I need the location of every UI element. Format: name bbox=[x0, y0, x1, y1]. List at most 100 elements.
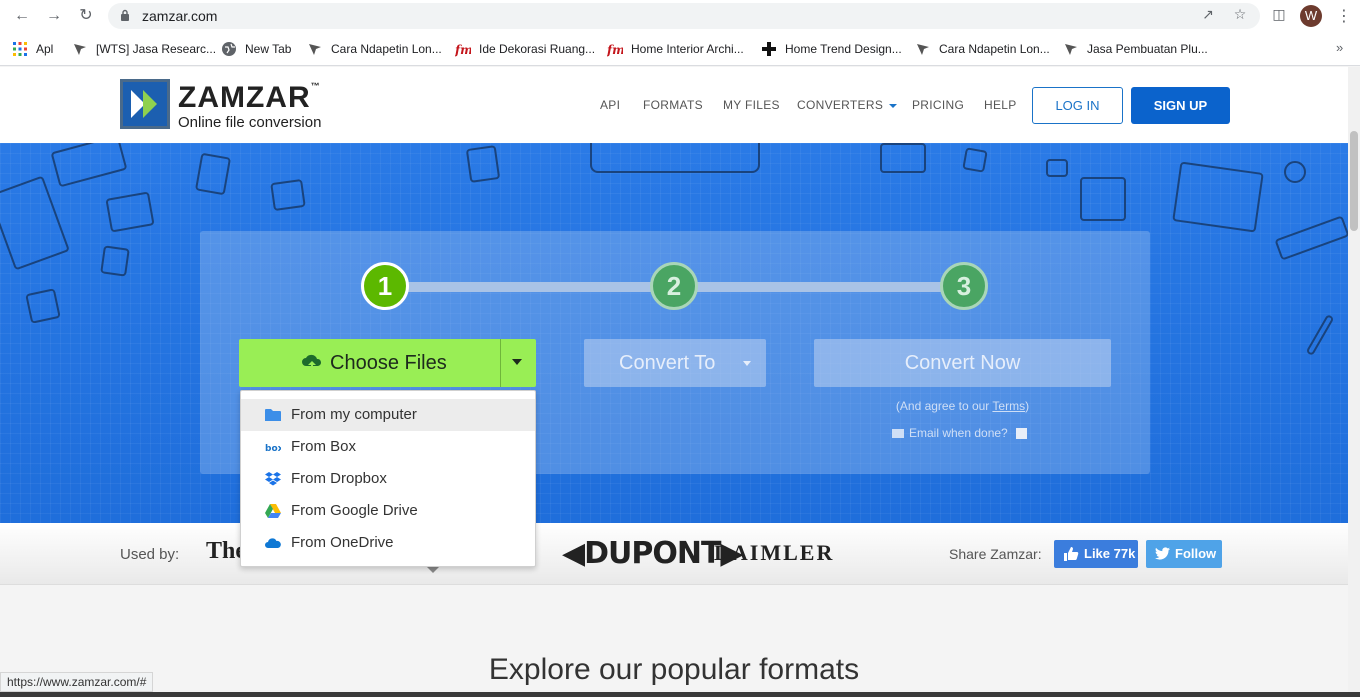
email-when-done: Email when done? bbox=[892, 426, 1027, 440]
svg-text:fm: fm bbox=[607, 43, 623, 57]
bookmark-icon bbox=[309, 44, 321, 55]
reload-icon[interactable]: ↻ bbox=[76, 6, 96, 26]
side-panel-icon[interactable]: ◫ bbox=[1271, 6, 1287, 22]
dropbox-icon bbox=[265, 472, 281, 486]
chevron-down-icon[interactable] bbox=[512, 359, 522, 365]
terms-link[interactable]: Terms bbox=[992, 399, 1025, 413]
bookmark-item[interactable]: Cara Ndapetin Lon... bbox=[307, 40, 442, 58]
bookmark-apps[interactable]: Apl bbox=[12, 40, 53, 58]
convert-now-button[interactable]: Convert Now bbox=[814, 339, 1111, 387]
share-label: Share Zamzar: bbox=[949, 546, 1042, 562]
profile-avatar[interactable]: W bbox=[1300, 5, 1322, 27]
bookmark-icon bbox=[74, 44, 86, 55]
thumbs-up-icon bbox=[1064, 547, 1079, 561]
bookmarks-bar: Apl [WTS] Jasa Researc... New Tab Cara N… bbox=[0, 32, 1360, 66]
choose-files-divider bbox=[500, 339, 501, 387]
nav-formats[interactable]: FORMATS bbox=[643, 98, 703, 112]
step-2-badge: 2 bbox=[650, 262, 698, 310]
used-by-label: Used by: bbox=[120, 546, 180, 563]
step-3-badge: 3 bbox=[940, 262, 988, 310]
page-scrollbar[interactable] bbox=[1348, 67, 1360, 697]
cross-icon bbox=[762, 42, 776, 56]
address-bar[interactable]: zamzar.com bbox=[108, 3, 1260, 29]
step-1-badge: 1 bbox=[361, 262, 409, 310]
bookmark-item[interactable]: Home Trend Design... bbox=[761, 40, 902, 58]
bookmark-item[interactable]: Cara Ndapetin Lon... bbox=[915, 40, 1050, 58]
star-icon[interactable]: ☆ bbox=[1232, 6, 1248, 22]
nav-converters[interactable]: CONVERTERS bbox=[797, 98, 897, 112]
login-button[interactable]: LOG IN bbox=[1032, 87, 1123, 124]
signup-button[interactable]: SIGN UP bbox=[1131, 87, 1230, 124]
used-by-strip: Used by: The ◀DUPONT▶ DAIMLER Share Zamz… bbox=[0, 523, 1348, 585]
cloud-upload-icon bbox=[302, 354, 322, 372]
small-file-doodle-icon bbox=[962, 147, 988, 173]
image-doodle-icon bbox=[270, 178, 306, 212]
lock-icon bbox=[121, 9, 129, 21]
nav-pricing[interactable]: PRICING bbox=[912, 98, 964, 112]
facebook-like-button[interactable]: Like 77k bbox=[1054, 540, 1138, 568]
more-bookmarks-icon[interactable]: » bbox=[1336, 40, 1343, 55]
google-drive-icon bbox=[265, 504, 281, 518]
zamzar-logo-icon[interactable] bbox=[120, 79, 170, 129]
site-header: ZAMZAR™ Online file conversion API FORMA… bbox=[0, 67, 1348, 143]
brand-name[interactable]: ZAMZAR™ bbox=[178, 81, 321, 115]
chevron-down-icon bbox=[888, 103, 897, 108]
from-my-computer-option[interactable]: From my computer bbox=[241, 399, 535, 431]
bookmark-icon bbox=[917, 44, 929, 55]
from-dropbox-option[interactable]: From Dropbox bbox=[241, 463, 535, 495]
bookmark-item[interactable]: New Tab bbox=[221, 40, 291, 58]
nav-my-files[interactable]: MY FILES bbox=[723, 98, 780, 112]
from-google-drive-option[interactable]: From Google Drive bbox=[241, 495, 535, 527]
globe-icon bbox=[222, 42, 236, 56]
audio-file-doodle-icon bbox=[100, 245, 130, 277]
from-box-option[interactable]: box From Box bbox=[241, 431, 535, 463]
bookmark-item[interactable]: Jasa Pembuatan Plu... bbox=[1063, 40, 1208, 58]
choose-files-button[interactable]: Choose Files bbox=[239, 339, 536, 387]
nav-api[interactable]: API bbox=[600, 98, 620, 112]
formats-section: Explore our popular formats bbox=[0, 585, 1348, 697]
twitter-bird-icon bbox=[1155, 547, 1170, 560]
logo-arrows-icon bbox=[123, 82, 167, 126]
browser-menu-icon[interactable]: ⋮ bbox=[1336, 6, 1352, 26]
email-when-done-checkbox[interactable] bbox=[1015, 427, 1027, 439]
hero-converter: 1 2 3 Choose Files Convert To Convert No… bbox=[0, 143, 1348, 523]
bookmark-item[interactable]: [WTS] Jasa Researc... bbox=[72, 40, 216, 58]
magnifier-doodle-icon bbox=[1284, 161, 1306, 183]
customer-logo: DAIMLER bbox=[714, 540, 835, 565]
bookmark-item[interactable]: fm Home Interior Archi... bbox=[607, 40, 744, 58]
convert-to-select[interactable]: Convert To bbox=[584, 339, 766, 387]
dropdown-pointer bbox=[426, 566, 440, 573]
envelope-icon bbox=[892, 428, 904, 438]
folder-doodle-icon bbox=[1046, 159, 1068, 177]
fm-icon: fm bbox=[455, 43, 471, 57]
nav-help[interactable]: HELP bbox=[984, 98, 1017, 112]
onedrive-icon bbox=[265, 538, 281, 548]
address-url: zamzar.com bbox=[142, 8, 218, 24]
back-icon[interactable]: ← bbox=[12, 6, 32, 26]
bookmark-icon bbox=[1065, 44, 1077, 55]
laptop-doodle-icon bbox=[1172, 161, 1264, 233]
bookmark-item[interactable]: fm Ide Dekorasi Ruang... bbox=[455, 40, 595, 58]
taskbar-edge bbox=[0, 692, 1360, 697]
browser-toolbar: ← → ↻ zamzar.com ↗ ☆ ◫ W ⋮ bbox=[0, 0, 1360, 32]
folder-icon bbox=[265, 409, 281, 421]
monitor-doodle-icon bbox=[590, 143, 760, 173]
choose-files-dropdown: From my computer box From Box From Dropb… bbox=[240, 390, 536, 567]
svg-text:fm: fm bbox=[455, 43, 471, 57]
share-icon[interactable]: ↗ bbox=[1200, 6, 1216, 22]
brand-tagline: Online file conversion bbox=[178, 114, 322, 131]
apps-grid-icon bbox=[13, 42, 27, 56]
disc-doodle-icon bbox=[25, 288, 61, 324]
copy-doodle-icon bbox=[1080, 177, 1126, 221]
twitter-follow-button[interactable]: Follow bbox=[1146, 540, 1222, 568]
status-bar-url: https://www.zamzar.com/# bbox=[0, 672, 154, 692]
files-doodle-icon bbox=[880, 143, 926, 173]
forward-icon[interactable]: → bbox=[44, 6, 64, 26]
svg-text:box: box bbox=[265, 444, 281, 454]
scrollbar-thumb[interactable] bbox=[1350, 131, 1358, 231]
terms-notice: (And agree to our Terms) bbox=[895, 399, 1030, 413]
from-onedrive-option[interactable]: From OneDrive bbox=[241, 527, 535, 559]
file-doodle-icon bbox=[465, 145, 501, 183]
fm-icon: fm bbox=[607, 43, 623, 57]
box-icon: box bbox=[265, 444, 281, 454]
